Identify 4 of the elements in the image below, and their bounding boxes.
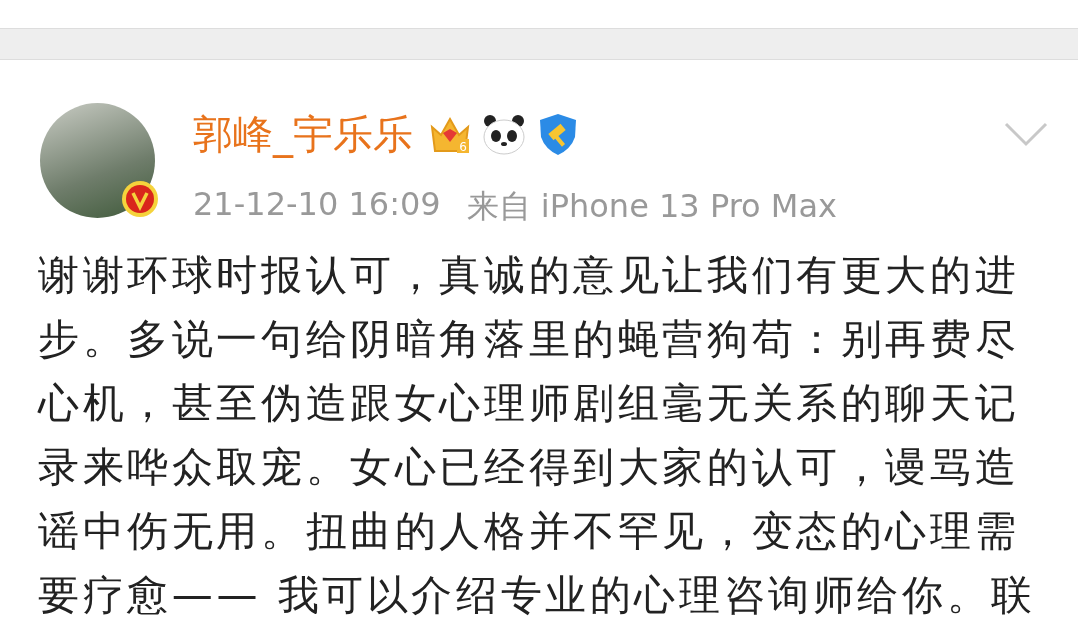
- post-source: 来自 iPhone 13 Pro Max: [466, 186, 837, 227]
- post-time: 21-12-10 16:09: [193, 185, 441, 225]
- author-name[interactable]: 郭峰_宇乐乐: [193, 106, 413, 162]
- post-text: 谢谢环球时报认可，真诚的意见让我们有更大的进步。多说一句给阴暗角落里的蝇营狗苟：别再费尽心机，甚至伪造跟女心理师剧组毫无关系的聊天记录来哗众取宠。女心已经得到大家的认可，谩骂造谣中伤无用。扭曲的人格并不罕见，变态的心理需要疗愈—— 我可以介绍专业的心理咨询师给你。联: [36, 250, 1037, 621]
